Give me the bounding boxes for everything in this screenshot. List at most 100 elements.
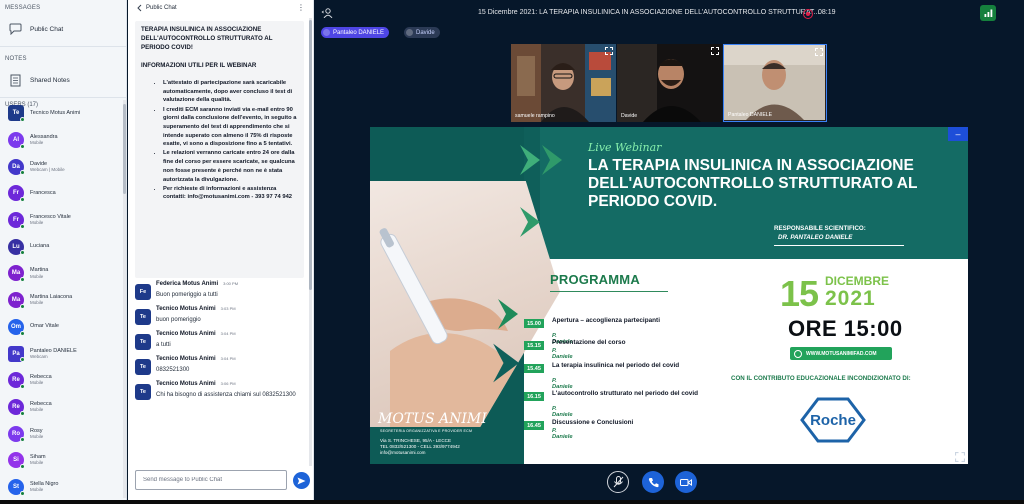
nav-divider [0, 97, 126, 98]
user-list-item[interactable]: Ma Martina Laiacona Mobile [0, 287, 127, 314]
chat-message-input[interactable] [135, 470, 287, 490]
user-name: Omar Vitale [30, 323, 59, 330]
user-info: Tecnico Motus Animi [30, 110, 80, 117]
fullscreen-icon[interactable] [955, 452, 965, 462]
motus-animi-logo: MOTUS ANIMI [378, 411, 487, 427]
user-name: Davide [30, 160, 48, 167]
chat-header[interactable]: Public Chat ⋮ [128, 0, 313, 16]
slide-divider [550, 291, 668, 292]
message-body: Tecnico Motus Animi 3:04 PM a tutti [156, 331, 236, 350]
presence-dot [20, 223, 25, 229]
users-toggle-icon[interactable] [321, 8, 333, 18]
microphone-icon [323, 29, 330, 36]
connection-status-button[interactable] [980, 5, 996, 21]
slide-sponsor-text: CON IL CONTRIBUTO EDUCAZIONALE INCONDIZI… [731, 375, 911, 382]
shared-notes-label: Shared Notes [30, 76, 70, 84]
kebab-menu-icon[interactable]: ⋮ [297, 3, 305, 12]
message-meta: Tecnico Motus Animi 3:04 PM [156, 331, 236, 337]
user-status: Mobile [30, 460, 44, 466]
user-info: Rebecca Mobile [30, 401, 52, 413]
user-list-item[interactable]: Ro Rosy Mobile [0, 420, 127, 447]
chevron-decoration-icon [520, 207, 540, 237]
agenda-title: L'autocontrollo strutturato nel periodo … [552, 390, 699, 397]
slide-live-label: Live Webinar [588, 141, 662, 154]
user-list-item[interactable]: Fr Francesco Vitale Mobile [0, 207, 127, 234]
slide-website: WWW.MOTUSANIMIFAD.COM [806, 350, 877, 357]
user-list-item[interactable]: Ma Martina Mobile [0, 260, 127, 287]
fullscreen-icon[interactable] [711, 47, 719, 55]
microphone-button[interactable] [607, 471, 629, 493]
agenda-speaker: P. Daniele [552, 348, 573, 360]
agenda-speaker: P. Daniele [552, 378, 573, 390]
send-message-button[interactable] [293, 472, 310, 489]
user-name: Luciana [30, 243, 50, 250]
welcome-message: TERAPIA INSULINICA IN ASSOCIAZIONE DELL'… [135, 21, 304, 278]
video-tile[interactable]: samuele rampino [511, 44, 616, 122]
message-text: 0832521300 [156, 367, 190, 373]
globe-icon [794, 349, 802, 358]
user-list-item[interactable]: Fr Francesca [0, 180, 127, 207]
user-status: Mobile [30, 406, 44, 412]
recording-indicator-icon[interactable] [803, 9, 813, 19]
microphone-icon [406, 29, 413, 36]
agenda-speaker: P. Daniele [552, 428, 573, 440]
message-avatar: Te [135, 384, 151, 400]
slide-responsible-name: DR. PANTALEO DANIELE [778, 234, 853, 241]
user-list-item[interactable]: Om Omar Vitale [0, 314, 127, 341]
user-info: Francesca [30, 190, 56, 197]
send-icon [297, 477, 306, 484]
message-time: 3:06 PM [220, 381, 236, 386]
presence-dot [20, 330, 25, 336]
video-tile[interactable]: Pantaleo DANIELE [723, 44, 827, 122]
meeting-title: 15 Dicembre 2021: LA TERAPIA INSULINICA … [478, 9, 820, 16]
user-status: Webcam [30, 353, 48, 359]
user-info: Stella Nigro Mobile [30, 481, 58, 493]
user-status: Mobile [30, 487, 44, 493]
slide-date-month: DICEMBRE [825, 274, 890, 288]
scrollbar-thumb[interactable] [309, 20, 312, 290]
presence-dot [20, 170, 25, 176]
user-info: Luciana [30, 243, 49, 250]
agenda-title: La terapia insulinica nel periodo del co… [552, 362, 680, 369]
agenda-title: Discussione e Conclusioni [552, 419, 634, 426]
chat-scrollbar[interactable] [309, 18, 312, 466]
scrollbar-thumb[interactable] [123, 104, 126, 194]
user-info: Alessandra Mobile [30, 134, 58, 146]
user-list-item[interactable]: St Stella Nigro Mobile [0, 474, 127, 500]
user-list-item[interactable]: Re Rebecca Mobile [0, 394, 127, 421]
message-text: buon pomeriggio [156, 317, 201, 323]
microphone-muted-icon [613, 476, 623, 488]
audio-button[interactable] [642, 471, 664, 493]
slide-responsible-label: RESPONSABILE SCIENTIFICO: [774, 225, 866, 232]
talking-indicator[interactable]: Davide [404, 27, 440, 38]
user-name: Rosy [30, 427, 43, 434]
fullscreen-icon[interactable] [815, 48, 823, 56]
shared-notes-item[interactable]: Shared Notes [0, 67, 126, 93]
slide-date-year: 2021 [825, 287, 876, 310]
user-list-item[interactable]: Si Siham Mobile [0, 447, 127, 474]
public-chat-item[interactable]: Public Chat [0, 16, 126, 42]
talking-indicator[interactable]: Pantaleo DANIELE [321, 27, 390, 38]
chevron-decoration-icon [498, 299, 518, 329]
minimize-presentation-button[interactable]: – [948, 127, 968, 141]
user-list-item[interactable]: Al Alessandra Mobile [0, 127, 127, 154]
user-status: Mobile [30, 380, 44, 386]
user-list-item[interactable]: Da Davide Webcam | Mobile [0, 153, 127, 180]
user-list-item[interactable]: Re Rebecca Mobile [0, 367, 127, 394]
roche-logo-text: Roche [810, 412, 856, 429]
chevron-left-icon[interactable] [136, 4, 142, 12]
message-meta: Tecnico Motus Animi 3:04 PM [156, 356, 236, 362]
user-list-scrollbar[interactable] [123, 100, 126, 498]
user-list-item[interactable]: Pa Pantaleo DANIELE Webcam [0, 340, 127, 367]
video-camera-icon [680, 478, 692, 486]
motus-animi-address: Via S. TRINCHESE, 95/A - LECCE TEL 0832/… [380, 438, 460, 457]
user-list-item[interactable]: Lu Luciana [0, 233, 127, 260]
fullscreen-icon[interactable] [605, 47, 613, 55]
video-tile[interactable]: Davide [617, 44, 722, 122]
message-sender: Tecnico Motus Animi [156, 381, 216, 387]
presence-dot [20, 143, 25, 149]
webcam-feed-image [511, 44, 616, 122]
camera-button[interactable] [675, 471, 697, 493]
welcome-title: TERAPIA INSULINICA IN ASSOCIAZIONE DELL'… [141, 26, 273, 51]
user-list-item[interactable]: Te Tecnico Motus Animi [0, 100, 127, 127]
